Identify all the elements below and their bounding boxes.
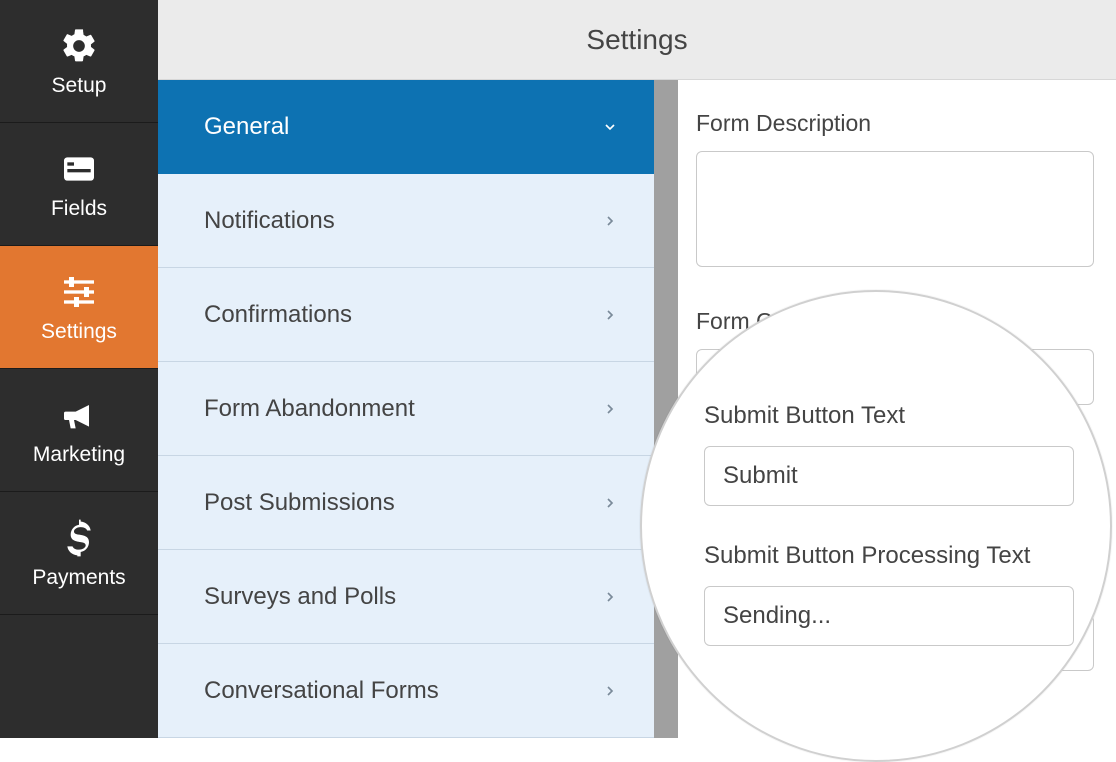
magnifier-callout: Submit Button Text Submit Button Process…: [640, 290, 1112, 762]
submit-button-processing-text-label: Submit Button Processing Text: [704, 542, 1110, 570]
submenu-item-label: Post Submissions: [204, 489, 395, 517]
sidebar-item-label: Settings: [41, 320, 117, 344]
submenu-item-label: General: [204, 113, 289, 141]
form-description-label: Form Description: [696, 110, 1092, 137]
sidebar-item-label: Setup: [52, 74, 107, 98]
submenu-item-form-abandonment[interactable]: Form Abandonment: [158, 362, 654, 456]
submenu-item-label: Conversational Forms: [204, 677, 439, 705]
chevron-down-icon: [600, 117, 620, 137]
sidebar-item-label: Fields: [51, 197, 107, 221]
sidebar-item-label: Marketing: [33, 443, 125, 467]
sidebar-item-payments[interactable]: Payments: [0, 492, 158, 615]
sidebar-item-label: Payments: [32, 566, 125, 590]
sidebar-item-marketing[interactable]: Marketing: [0, 369, 158, 492]
gear-icon: [57, 24, 101, 68]
submenu-item-confirmations[interactable]: Confirmations: [158, 268, 654, 362]
dollar-icon: [57, 516, 101, 560]
bullhorn-icon: [57, 393, 101, 437]
page-header: Settings: [158, 0, 1116, 80]
chevron-right-icon: [600, 211, 620, 231]
form-description-input[interactable]: [696, 151, 1094, 267]
settings-submenu: General Notifications Confirmations Form…: [158, 80, 654, 738]
submenu-item-label: Form Abandonment: [204, 395, 415, 423]
sidebar-item-setup[interactable]: Setup: [0, 0, 158, 123]
submit-button-processing-text-group: Submit Button Processing Text: [704, 542, 1110, 646]
form-description-group: Form Description: [696, 110, 1092, 272]
chevron-right-icon: [600, 587, 620, 607]
sidebar-item-settings[interactable]: Settings: [0, 246, 158, 369]
chevron-right-icon: [600, 493, 620, 513]
submenu-item-label: Surveys and Polls: [204, 583, 396, 611]
submenu-item-label: Confirmations: [204, 301, 352, 329]
list-icon: [57, 147, 101, 191]
sidebar-item-fields[interactable]: Fields: [0, 123, 158, 246]
page-title: Settings: [586, 24, 687, 56]
chevron-right-icon: [600, 305, 620, 325]
submit-button-text-label: Submit Button Text: [704, 402, 1110, 430]
submenu-item-label: Notifications: [204, 207, 335, 235]
submit-button-text-input[interactable]: [704, 446, 1074, 506]
main-sidebar: Setup Fields Settings Marketing Payments: [0, 0, 158, 738]
chevron-right-icon: [600, 681, 620, 701]
sliders-icon: [57, 270, 101, 314]
submit-button-text-group: Submit Button Text: [704, 402, 1110, 506]
submenu-item-conversational-forms[interactable]: Conversational Forms: [158, 644, 654, 738]
submenu-item-surveys-and-polls[interactable]: Surveys and Polls: [158, 550, 654, 644]
submenu-item-general[interactable]: General: [158, 80, 654, 174]
submit-button-processing-text-input[interactable]: [704, 586, 1074, 646]
chevron-right-icon: [600, 399, 620, 419]
submenu-item-post-submissions[interactable]: Post Submissions: [158, 456, 654, 550]
magnifier-content: Submit Button Text Submit Button Process…: [642, 292, 1110, 760]
submenu-item-notifications[interactable]: Notifications: [158, 174, 654, 268]
